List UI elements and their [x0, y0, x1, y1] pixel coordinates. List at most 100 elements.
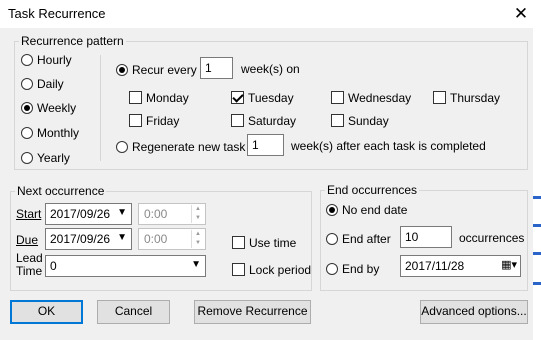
check-friday-label: Friday — [146, 113, 180, 128]
close-icon[interactable]: ✕ — [510, 3, 532, 25]
due-time-spinner[interactable]: 0:00 ▲ ▼ — [138, 228, 206, 250]
check-saturday-label: Saturday — [248, 113, 297, 128]
check-lock-period-box[interactable] — [232, 263, 245, 277]
spin-down-icon[interactable]: ▼ — [191, 214, 204, 223]
radio-weekly[interactable]: Weekly — [21, 99, 76, 116]
spinner-buttons[interactable]: ▲ ▼ — [191, 230, 204, 248]
radio-yearly-circle[interactable] — [21, 151, 33, 164]
radio-end-by-circle[interactable] — [326, 262, 338, 275]
spinner-buttons[interactable]: ▲ ▼ — [191, 205, 204, 223]
radio-regenerate-circle[interactable] — [116, 140, 128, 153]
radio-daily-label: Daily — [37, 76, 64, 91]
check-saturday[interactable]: Saturday — [231, 112, 296, 129]
check-thursday-box[interactable] — [433, 91, 446, 105]
check-wednesday-box[interactable] — [331, 91, 344, 105]
check-monday-label: Monday — [146, 90, 189, 105]
check-friday[interactable]: Friday — [129, 112, 179, 129]
check-use-time-box[interactable] — [232, 236, 245, 250]
use-time-label: Use time — [249, 235, 297, 250]
chevron-down-icon[interactable]: ▼ — [117, 207, 127, 218]
radio-end-after[interactable]: End after — [326, 230, 391, 247]
radio-daily[interactable]: Daily — [21, 75, 64, 92]
spin-up-icon[interactable]: ▲ — [191, 205, 204, 214]
radio-weekly-label: Weekly — [37, 100, 77, 115]
strip-accent-mark — [533, 224, 541, 227]
chevron-down-icon[interactable]: ▼ — [191, 259, 201, 270]
check-saturday-box[interactable] — [231, 114, 244, 128]
window-title: Task Recurrence — [8, 6, 106, 21]
strip-accent-mark — [533, 282, 541, 285]
check-thursday[interactable]: Thursday — [433, 89, 500, 106]
radio-hourly[interactable]: Hourly — [21, 51, 72, 68]
check-lock-period[interactable]: Lock period — [232, 261, 311, 278]
radio-monthly-circle[interactable] — [21, 126, 33, 139]
lead-time-dropdown[interactable]: 0 ▼ — [45, 255, 206, 277]
radio-end-by[interactable]: End by — [326, 260, 379, 277]
radio-no-end-circle[interactable] — [326, 203, 338, 216]
radio-hourly-circle[interactable] — [21, 53, 33, 66]
check-thursday-label: Thursday — [450, 90, 501, 105]
ok-button[interactable]: OK — [10, 300, 83, 324]
regenerate-suffix-label: week(s) after each task is completed — [291, 139, 486, 153]
end-by-label: End by — [342, 261, 380, 276]
occurrences-label: occurrences — [459, 231, 525, 245]
radio-monthly-label: Monthly — [37, 125, 80, 140]
end-after-label: End after — [342, 231, 391, 246]
start-date-value: 2017/09/26 — [50, 207, 111, 221]
no-end-date-label: No end date — [342, 202, 408, 217]
check-wednesday-label: Wednesday — [348, 90, 412, 105]
radio-weekly-circle[interactable] — [21, 101, 33, 114]
check-sunday-box[interactable] — [331, 114, 344, 128]
radio-recur-every-circle[interactable] — [116, 63, 128, 76]
background-window-strip — [533, 28, 541, 340]
regenerate-label: Regenerate new task — [132, 139, 246, 154]
due-time-value: 0:00 — [144, 232, 168, 246]
start-label: Start — [16, 206, 41, 222]
recur-every-input[interactable]: 1 — [200, 57, 233, 79]
end-after-input[interactable]: 10 — [400, 226, 452, 248]
start-label-text: Start — [16, 207, 42, 221]
end-by-date-value: 2017/11/28 — [405, 259, 465, 273]
calendar-icon[interactable]: ▦▾ — [501, 258, 517, 271]
radio-yearly-label: Yearly — [37, 150, 70, 165]
recur-every-label: Recur every — [132, 62, 197, 77]
check-monday[interactable]: Monday — [129, 89, 189, 106]
cancel-button[interactable]: Cancel — [97, 300, 170, 324]
radio-regenerate[interactable]: Regenerate new task — [116, 138, 245, 155]
radio-no-end-date[interactable]: No end date — [326, 201, 407, 218]
start-time-value: 0:00 — [144, 207, 168, 221]
check-sunday[interactable]: Sunday — [331, 112, 389, 129]
radio-recur-every[interactable]: Recur every — [116, 61, 197, 78]
check-use-time[interactable]: Use time — [232, 234, 296, 251]
recurrence-pattern-legend: Recurrence pattern — [21, 34, 124, 48]
check-tuesday-box[interactable] — [231, 91, 244, 105]
spin-down-icon[interactable]: ▼ — [191, 239, 204, 248]
next-occurrence-legend: Next occurrence — [17, 184, 105, 198]
remove-recurrence-button[interactable]: Remove Recurrence — [194, 300, 311, 324]
spin-up-icon[interactable]: ▲ — [191, 230, 204, 239]
due-label-text: Due — [16, 233, 39, 247]
due-date-dropdown[interactable]: 2017/09/26 ▼ — [45, 228, 132, 250]
pattern-separator — [100, 55, 101, 161]
lead-time-value: 0 — [50, 259, 57, 273]
end-by-date-picker[interactable]: 2017/11/28 ▦▾ — [400, 255, 521, 277]
due-date-value: 2017/09/26 — [50, 232, 111, 246]
radio-end-after-circle[interactable] — [326, 232, 338, 245]
radio-hourly-label: Hourly — [37, 52, 72, 67]
start-time-spinner[interactable]: 0:00 ▲ ▼ — [138, 203, 206, 225]
advanced-options-button[interactable]: Advanced options... — [420, 300, 528, 324]
regenerate-input[interactable]: 1 — [247, 134, 284, 156]
chevron-down-icon[interactable]: ▼ — [117, 232, 127, 243]
check-sunday-label: Sunday — [348, 113, 389, 128]
radio-daily-circle[interactable] — [21, 77, 33, 90]
strip-accent-mark — [533, 252, 541, 255]
start-date-dropdown[interactable]: 2017/09/26 ▼ — [45, 203, 132, 225]
check-monday-box[interactable] — [129, 91, 142, 105]
radio-monthly[interactable]: Monthly — [21, 124, 79, 141]
check-friday-box[interactable] — [129, 114, 142, 128]
due-label: Due — [16, 232, 38, 248]
radio-yearly[interactable]: Yearly — [21, 149, 70, 166]
lead-time-label: Lead Time — [16, 252, 43, 278]
check-wednesday[interactable]: Wednesday — [331, 89, 411, 106]
check-tuesday[interactable]: Tuesday — [231, 89, 294, 106]
